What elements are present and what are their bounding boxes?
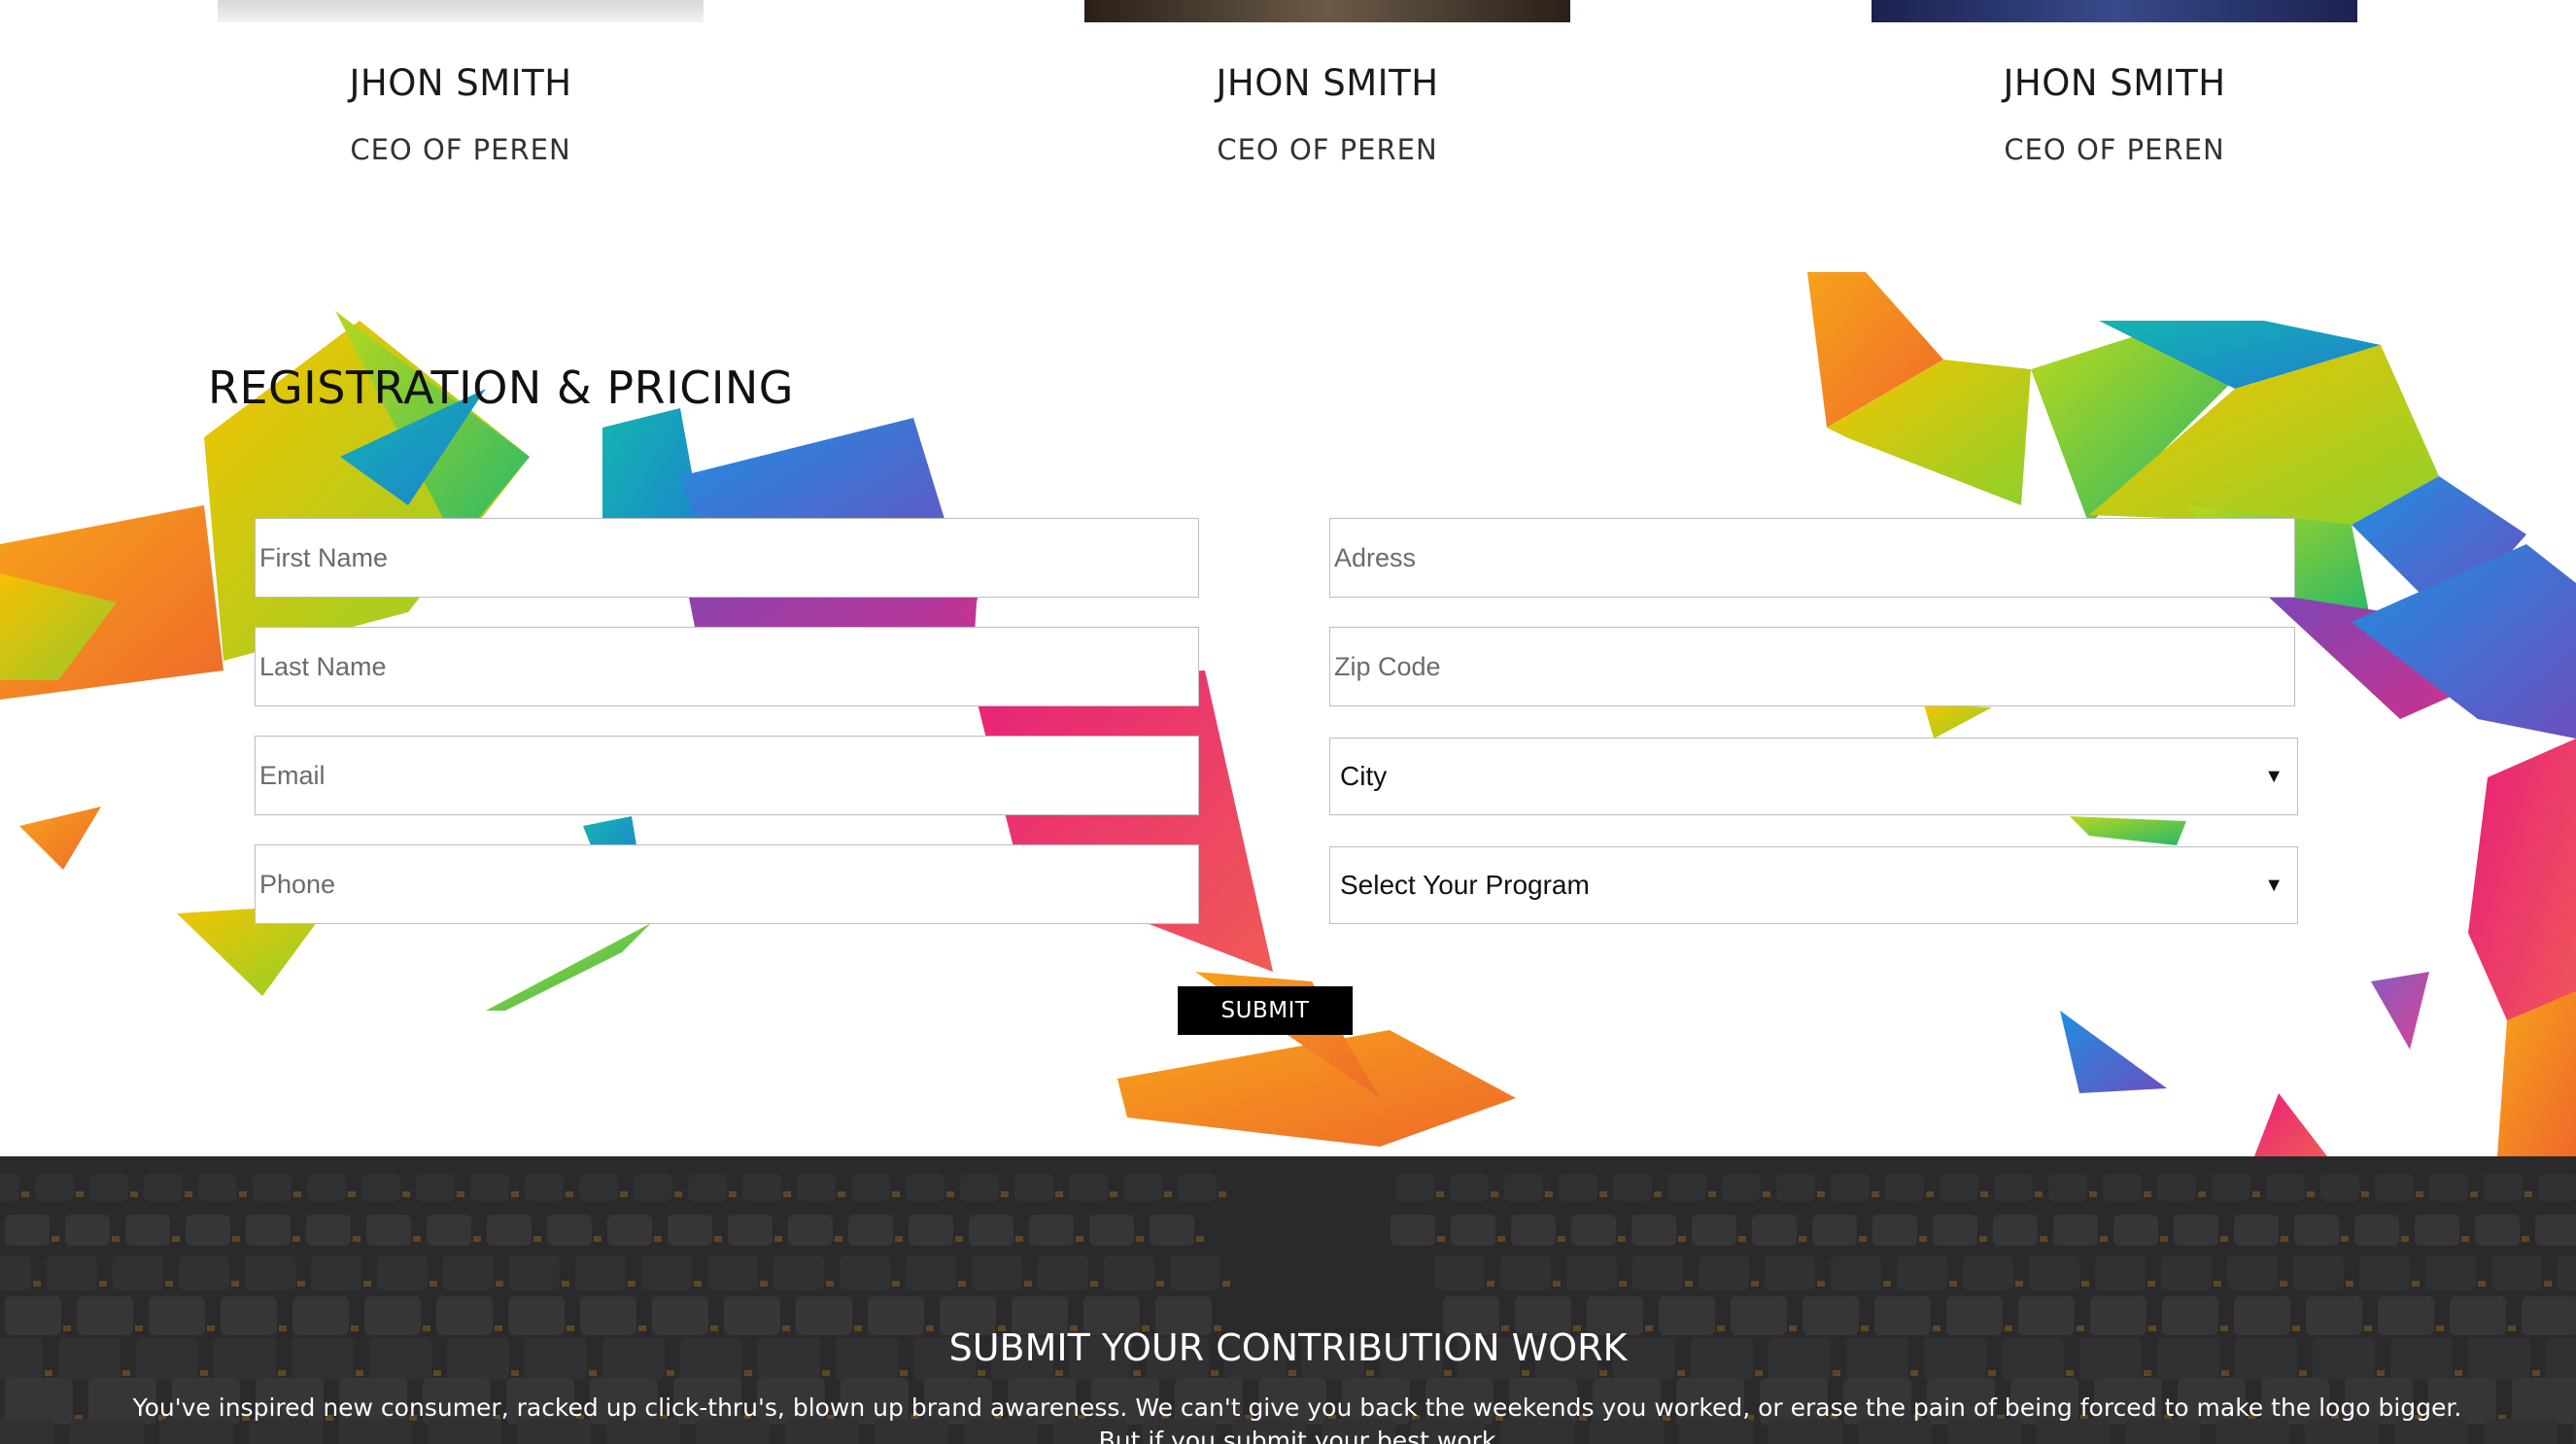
speaker-name: JHON SMITH bbox=[349, 62, 572, 104]
contribution-text: You've inspired new consumer, racked up … bbox=[132, 1393, 2462, 1444]
speaker-photo bbox=[218, 0, 704, 22]
email-input[interactable] bbox=[255, 736, 1199, 815]
caret-down-icon: ▼ bbox=[2264, 765, 2284, 787]
speaker-name: JHON SMITH bbox=[1216, 62, 1439, 104]
speaker-role: CEO OF PEREN bbox=[350, 133, 571, 166]
speaker-role: CEO OF PEREN bbox=[1217, 133, 1438, 166]
speaker-photo bbox=[1872, 0, 2357, 22]
speaker-role: CEO OF PEREN bbox=[2004, 133, 2225, 166]
program-select-value: Select Your Program bbox=[1340, 870, 1590, 900]
page: JHON SMITH CEO OF PEREN JHON SMITH CEO O… bbox=[0, 0, 2576, 1444]
section-title: REGISTRATION & PRICING bbox=[208, 361, 794, 414]
city-select[interactable]: City ▼ bbox=[1329, 738, 2298, 815]
program-select[interactable]: Select Your Program ▼ bbox=[1329, 846, 2298, 924]
phone-input[interactable] bbox=[255, 844, 1199, 924]
speaker-photo bbox=[1084, 0, 1570, 22]
last-name-input[interactable] bbox=[255, 627, 1199, 706]
city-select-value: City bbox=[1340, 761, 1388, 791]
address-input[interactable] bbox=[1329, 518, 2295, 598]
caret-down-icon: ▼ bbox=[2264, 874, 2284, 896]
contribution-banner: SUBMIT YOUR CONTRIBUTION WORK You've ins… bbox=[0, 1156, 2576, 1444]
speaker-name: JHON SMITH bbox=[2003, 62, 2226, 104]
contribution-title: SUBMIT YOUR CONTRIBUTION WORK bbox=[948, 1326, 1628, 1369]
submit-button[interactable]: SUBMIT bbox=[1178, 986, 1353, 1035]
zip-code-input[interactable] bbox=[1329, 627, 2295, 706]
first-name-input[interactable] bbox=[255, 518, 1199, 598]
